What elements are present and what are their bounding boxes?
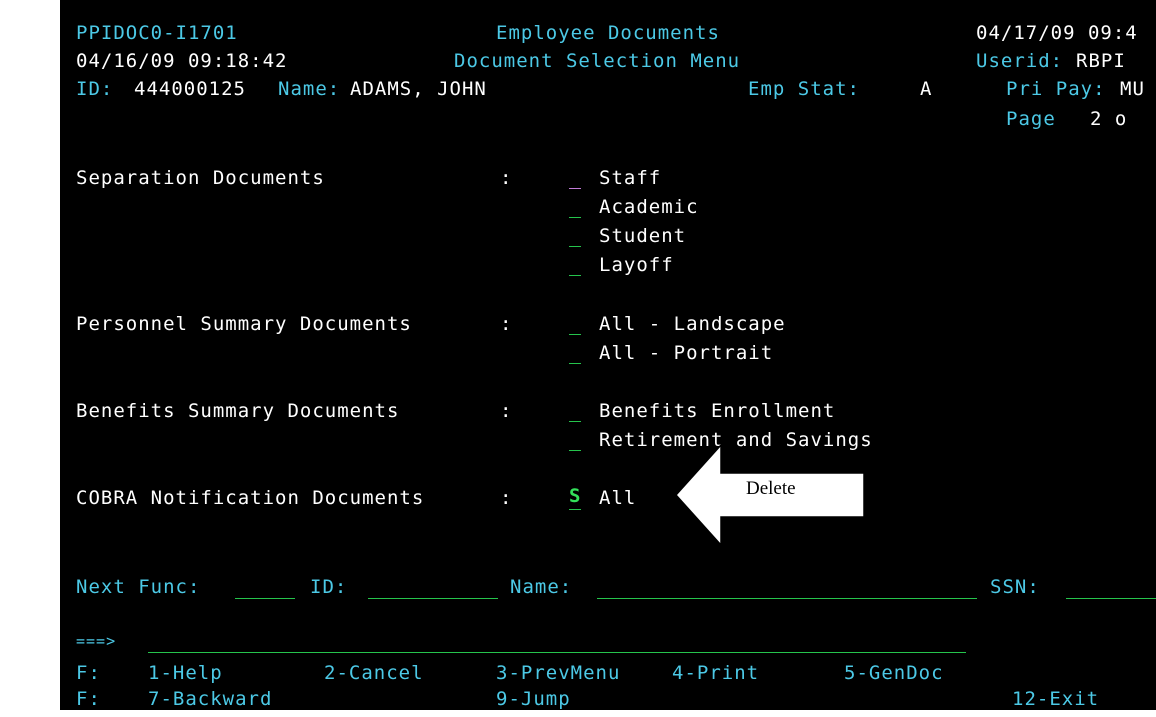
section-label-personnel: Personnel Summary Documents [76,313,412,335]
section-label-cobra: COBRA Notification Documents [76,487,425,509]
option-academic: Academic [599,196,699,218]
command-prompt: ===> [76,632,117,650]
select-field-cobra-all[interactable]: S [569,485,581,507]
datetime-left: 04/16/09 09:18:42 [76,50,288,72]
option-benefits-enrollment: Benefits Enrollment [599,400,836,422]
option-student: Student [599,225,687,247]
next-func-input[interactable] [235,598,295,599]
screen-title: Employee Documents [496,22,720,44]
fkey-help[interactable]: 1-Help [148,662,223,684]
userid-value: RBPI [1076,50,1126,72]
userid-label: Userid: [976,50,1064,72]
fkey-backward[interactable]: 7-Backward [148,688,272,710]
fkey-gendoc[interactable]: 5-GenDoc [844,662,944,684]
select-field-all-landscape[interactable] [569,334,581,335]
next-func-label: Next Func: [76,576,201,598]
section-label-separation: Separation Documents [76,167,325,189]
date-right: 04/17/09 09:4 [976,22,1138,44]
page-label: Page [1006,108,1056,130]
option-all-portrait: All - Portrait [599,342,774,364]
fkey-print[interactable]: 4-Print [672,662,759,684]
footer-id-input[interactable] [368,598,498,599]
select-field-academic[interactable] [569,217,581,218]
select-field-all-portrait[interactable] [569,363,581,364]
ssn-input[interactable] [1066,598,1156,599]
option-layoff: Layoff [599,254,674,276]
id-value: 444000125 [134,78,246,100]
terminal-screen: PPIDOC0-I1701 Employee Documents 04/17/0… [60,0,1156,710]
fkey-jump[interactable]: 9-Jump [496,688,571,710]
section-colon: : [500,400,513,422]
pri-pay-value: MU [1120,78,1145,100]
emp-stat-label: Emp Stat: [748,78,860,100]
program-id: PPIDOC0-I1701 [76,22,238,44]
footer-name-input[interactable] [597,598,977,599]
emp-stat-value: A [920,78,933,100]
fkeys-row1-prefix: F: [76,662,101,684]
footer-id-label: ID: [310,576,348,598]
select-field-underline [569,509,581,510]
pri-pay-label: Pri Pay: [1006,78,1106,100]
fkey-exit[interactable]: 12-Exit [1012,688,1099,710]
footer-name-label: Name: [510,576,573,598]
name-label: Name: [278,78,341,100]
fkeys-row2-prefix: F: [76,688,101,710]
page-value: 2 o [1090,108,1128,130]
name-value: ADAMS, JOHN [350,78,487,100]
option-all-landscape: All - Landscape [599,313,786,335]
ssn-label: SSN: [990,576,1040,598]
option-cobra-all: All [599,487,637,509]
select-field-student[interactable] [569,246,581,247]
select-field-benefits-enrollment[interactable] [569,421,581,422]
callout-label: Delete [746,478,796,499]
option-staff: Staff [599,167,662,189]
select-field-retirement-savings[interactable] [569,450,581,451]
menu-title: Document Selection Menu [454,50,741,72]
command-input[interactable] [148,652,966,653]
fkey-cancel[interactable]: 2-Cancel [324,662,424,684]
id-label: ID: [76,78,114,100]
select-field-staff[interactable] [569,188,581,189]
select-field-layoff[interactable] [569,275,581,276]
section-colon: : [500,313,513,335]
section-label-benefits: Benefits Summary Documents [76,400,400,422]
fkey-prevmenu[interactable]: 3-PrevMenu [496,662,620,684]
section-colon: : [500,487,513,509]
section-colon: : [500,167,513,189]
